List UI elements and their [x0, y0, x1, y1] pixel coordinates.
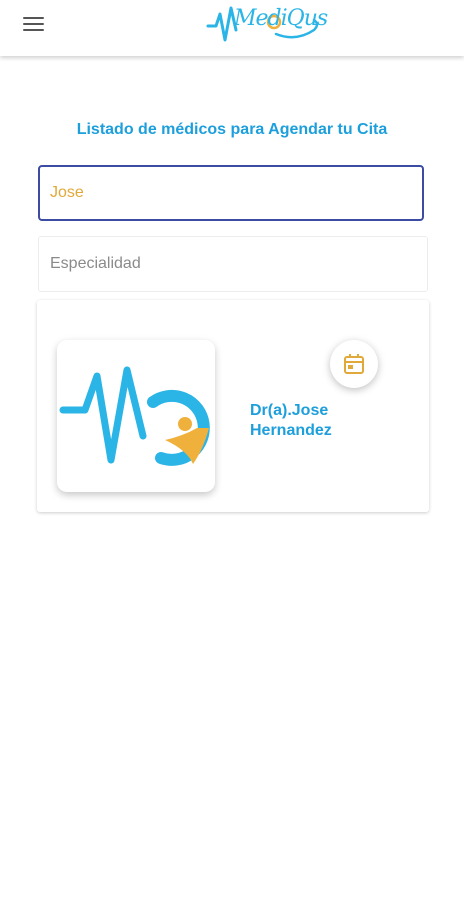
specialty-input[interactable] — [38, 236, 428, 292]
doctor-search-input[interactable] — [38, 165, 424, 221]
menu-button[interactable] — [18, 12, 50, 44]
app-logo: MediQus — [206, 2, 328, 48]
logo-text: MediQus — [234, 6, 328, 31]
calendar-icon — [344, 354, 364, 374]
hamburger-menu-icon — [23, 17, 44, 20]
schedule-appointment-button[interactable] — [330, 340, 378, 388]
page-title: Listado de médicos para Agendar tu Cita — [76, 121, 388, 138]
mediqus-logo-icon — [59, 366, 210, 466]
doctor-avatar — [57, 340, 215, 492]
doctor-name: Dr(a).Jose Hernandez — [250, 402, 332, 439]
app-bar: MediQus — [0, 0, 464, 56]
doctor-card[interactable]: Dr(a).Jose Hernandez — [37, 300, 429, 512]
